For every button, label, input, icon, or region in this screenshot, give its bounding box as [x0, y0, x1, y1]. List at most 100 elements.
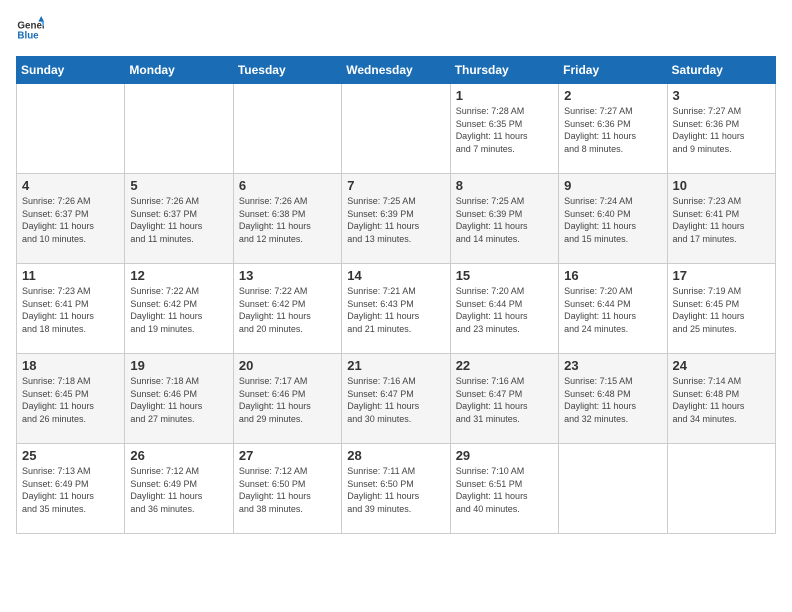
- calendar-cell: [233, 84, 341, 174]
- day-info: Sunrise: 7:24 AM Sunset: 6:40 PM Dayligh…: [564, 195, 661, 245]
- header: General Blue: [16, 16, 776, 44]
- column-header-monday: Monday: [125, 57, 233, 84]
- calendar-body: 1 Sunrise: 7:28 AM Sunset: 6:35 PM Daylig…: [17, 84, 776, 534]
- day-info: Sunrise: 7:22 AM Sunset: 6:42 PM Dayligh…: [130, 285, 227, 335]
- calendar-cell: 5Sunrise: 7:26 AM Sunset: 6:37 PM Daylig…: [125, 174, 233, 264]
- day-info: Sunrise: 7:27 AM Sunset: 6:36 PM Dayligh…: [673, 105, 770, 155]
- day-number: 21: [347, 358, 444, 373]
- day-number: 7: [347, 178, 444, 193]
- day-info: Sunrise: 7:28 AM Sunset: 6:35 PM Dayligh…: [456, 105, 553, 155]
- calendar-cell: 27 Sunrise: 7:12 AM Sunset: 6:50 PM Dayli…: [233, 444, 341, 534]
- day-info: Sunrise: 7:22 AM Sunset: 6:42 PM Dayligh…: [239, 285, 336, 335]
- day-number: 24: [673, 358, 770, 373]
- calendar-cell: 10 Sunrise: 7:23 AM Sunset: 6:41 PM Dayli…: [667, 174, 775, 264]
- day-number: 2: [564, 88, 661, 103]
- day-number: 3: [673, 88, 770, 103]
- day-number: 15: [456, 268, 553, 283]
- day-info: Sunrise: 7:16 AM Sunset: 6:47 PM Dayligh…: [347, 375, 444, 425]
- week-row-1: 1 Sunrise: 7:28 AM Sunset: 6:35 PM Daylig…: [17, 84, 776, 174]
- calendar-cell: 19 Sunrise: 7:18 AM Sunset: 6:46 PM Dayli…: [125, 354, 233, 444]
- day-number: 13: [239, 268, 336, 283]
- day-info: Sunrise: 7:11 AM Sunset: 6:50 PM Dayligh…: [347, 465, 444, 515]
- day-info: Sunrise: 7:27 AM Sunset: 6:36 PM Dayligh…: [564, 105, 661, 155]
- day-number: 6: [239, 178, 336, 193]
- calendar-cell: 29 Sunrise: 7:10 AM Sunset: 6:51 PM Dayli…: [450, 444, 558, 534]
- day-number: 28: [347, 448, 444, 463]
- day-info: Sunrise: 7:19 AM Sunset: 6:45 PM Dayligh…: [673, 285, 770, 335]
- day-info: Sunrise: 7:13 AM Sunset: 6:49 PM Dayligh…: [22, 465, 119, 515]
- week-row-2: 4 Sunrise: 7:26 AM Sunset: 6:37 PM Daylig…: [17, 174, 776, 264]
- week-row-5: 25 Sunrise: 7:13 AM Sunset: 6:49 PM Dayli…: [17, 444, 776, 534]
- day-info: Sunrise: 7:18 AM Sunset: 6:46 PM Dayligh…: [130, 375, 227, 425]
- day-number: 25: [22, 448, 119, 463]
- day-number: 1: [456, 88, 553, 103]
- day-info: Sunrise: 7:17 AM Sunset: 6:46 PM Dayligh…: [239, 375, 336, 425]
- day-number: 18: [22, 358, 119, 373]
- calendar-cell: 4 Sunrise: 7:26 AM Sunset: 6:37 PM Daylig…: [17, 174, 125, 264]
- calendar-cell: 8 Sunrise: 7:25 AM Sunset: 6:39 PM Daylig…: [450, 174, 558, 264]
- week-row-3: 11Sunrise: 7:23 AM Sunset: 6:41 PM Dayli…: [17, 264, 776, 354]
- calendar-cell: [17, 84, 125, 174]
- day-number: 8: [456, 178, 553, 193]
- day-info: Sunrise: 7:26 AM Sunset: 6:37 PM Dayligh…: [22, 195, 119, 245]
- column-header-tuesday: Tuesday: [233, 57, 341, 84]
- day-info: Sunrise: 7:26 AM Sunset: 6:38 PM Dayligh…: [239, 195, 336, 245]
- day-info: Sunrise: 7:10 AM Sunset: 6:51 PM Dayligh…: [456, 465, 553, 515]
- calendar-cell: 14 Sunrise: 7:21 AM Sunset: 6:43 PM Dayli…: [342, 264, 450, 354]
- day-number: 17: [673, 268, 770, 283]
- day-info: Sunrise: 7:25 AM Sunset: 6:39 PM Dayligh…: [347, 195, 444, 245]
- calendar-cell: 25 Sunrise: 7:13 AM Sunset: 6:49 PM Dayli…: [17, 444, 125, 534]
- calendar-cell: [559, 444, 667, 534]
- day-number: 20: [239, 358, 336, 373]
- calendar-cell: 18 Sunrise: 7:18 AM Sunset: 6:45 PM Dayli…: [17, 354, 125, 444]
- calendar-cell: 16 Sunrise: 7:20 AM Sunset: 6:44 PM Dayli…: [559, 264, 667, 354]
- calendar-cell: 17 Sunrise: 7:19 AM Sunset: 6:45 PM Dayli…: [667, 264, 775, 354]
- calendar-cell: 2 Sunrise: 7:27 AM Sunset: 6:36 PM Daylig…: [559, 84, 667, 174]
- column-header-thursday: Thursday: [450, 57, 558, 84]
- calendar-cell: [667, 444, 775, 534]
- week-row-4: 18 Sunrise: 7:18 AM Sunset: 6:45 PM Dayli…: [17, 354, 776, 444]
- day-info: Sunrise: 7:12 AM Sunset: 6:49 PM Dayligh…: [130, 465, 227, 515]
- column-header-saturday: Saturday: [667, 57, 775, 84]
- day-number: 14: [347, 268, 444, 283]
- day-number: 23: [564, 358, 661, 373]
- day-info: Sunrise: 7:12 AM Sunset: 6:50 PM Dayligh…: [239, 465, 336, 515]
- calendar-header-row: SundayMondayTuesdayWednesdayThursdayFrid…: [17, 57, 776, 84]
- day-info: Sunrise: 7:25 AM Sunset: 6:39 PM Dayligh…: [456, 195, 553, 245]
- day-info: Sunrise: 7:21 AM Sunset: 6:43 PM Dayligh…: [347, 285, 444, 335]
- calendar-cell: 13 Sunrise: 7:22 AM Sunset: 6:42 PM Dayli…: [233, 264, 341, 354]
- day-number: 22: [456, 358, 553, 373]
- calendar-cell: 7 Sunrise: 7:25 AM Sunset: 6:39 PM Daylig…: [342, 174, 450, 264]
- day-info: Sunrise: 7:20 AM Sunset: 6:44 PM Dayligh…: [564, 285, 661, 335]
- day-info: Sunrise: 7:18 AM Sunset: 6:45 PM Dayligh…: [22, 375, 119, 425]
- day-number: 19: [130, 358, 227, 373]
- day-number: 10: [673, 178, 770, 193]
- day-info: Sunrise: 7:20 AM Sunset: 6:44 PM Dayligh…: [456, 285, 553, 335]
- day-info: Sunrise: 7:23 AM Sunset: 6:41 PM Dayligh…: [673, 195, 770, 245]
- calendar-cell: [342, 84, 450, 174]
- calendar-cell: 11Sunrise: 7:23 AM Sunset: 6:41 PM Dayli…: [17, 264, 125, 354]
- calendar-cell: 26 Sunrise: 7:12 AM Sunset: 6:49 PM Dayli…: [125, 444, 233, 534]
- column-header-sunday: Sunday: [17, 57, 125, 84]
- day-info: Sunrise: 7:16 AM Sunset: 6:47 PM Dayligh…: [456, 375, 553, 425]
- calendar-cell: 6 Sunrise: 7:26 AM Sunset: 6:38 PM Daylig…: [233, 174, 341, 264]
- column-header-friday: Friday: [559, 57, 667, 84]
- calendar-cell: 20 Sunrise: 7:17 AM Sunset: 6:46 PM Dayli…: [233, 354, 341, 444]
- day-number: 12: [130, 268, 227, 283]
- calendar-cell: 1 Sunrise: 7:28 AM Sunset: 6:35 PM Daylig…: [450, 84, 558, 174]
- calendar-cell: 24 Sunrise: 7:14 AM Sunset: 6:48 PM Dayli…: [667, 354, 775, 444]
- calendar-cell: 9Sunrise: 7:24 AM Sunset: 6:40 PM Daylig…: [559, 174, 667, 264]
- logo-icon: General Blue: [16, 16, 44, 44]
- day-number: 27: [239, 448, 336, 463]
- day-number: 26: [130, 448, 227, 463]
- svg-text:Blue: Blue: [17, 30, 39, 41]
- day-number: 4: [22, 178, 119, 193]
- column-header-wednesday: Wednesday: [342, 57, 450, 84]
- day-number: 16: [564, 268, 661, 283]
- calendar-cell: 15 Sunrise: 7:20 AM Sunset: 6:44 PM Dayli…: [450, 264, 558, 354]
- day-info: Sunrise: 7:26 AM Sunset: 6:37 PM Dayligh…: [130, 195, 227, 245]
- day-number: 29: [456, 448, 553, 463]
- calendar-cell: 23Sunrise: 7:15 AM Sunset: 6:48 PM Dayli…: [559, 354, 667, 444]
- day-info: Sunrise: 7:14 AM Sunset: 6:48 PM Dayligh…: [673, 375, 770, 425]
- day-number: 11: [22, 268, 119, 283]
